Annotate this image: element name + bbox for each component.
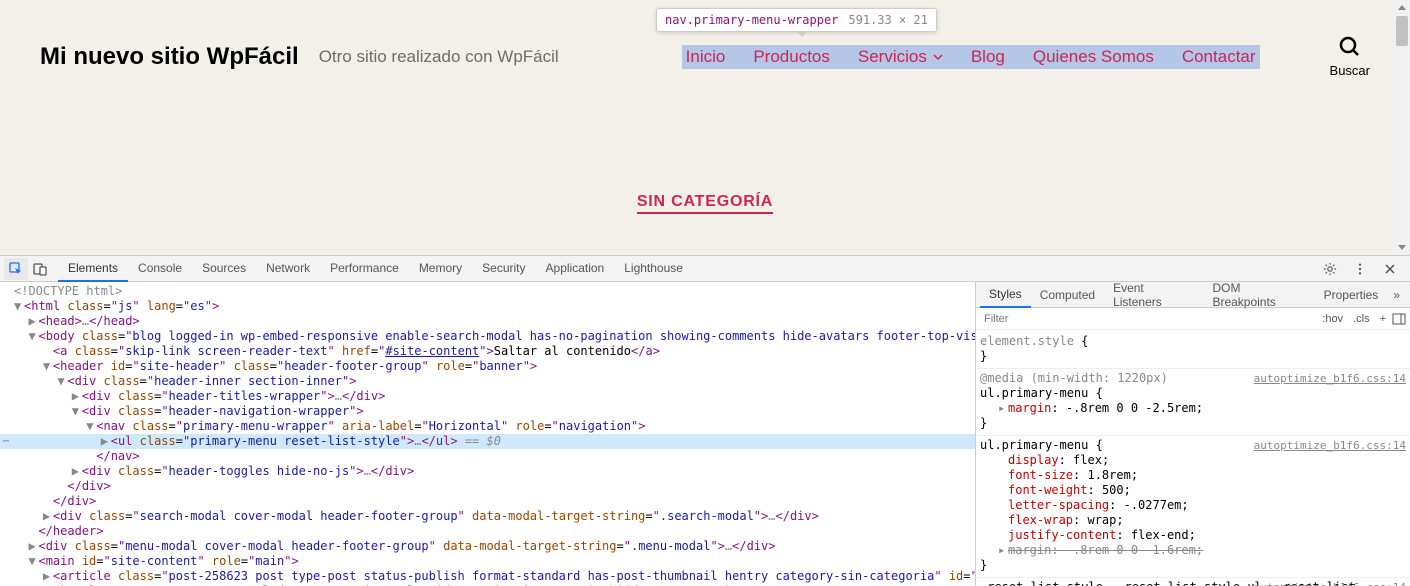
styles-pane[interactable]: element.style { } autoptimize_b1f6.css:1… [976,330,1410,586]
menu-item-productos[interactable]: Productos [753,47,830,67]
settings-button[interactable] [1318,258,1342,280]
dom-line[interactable]: ▼<html class="js" lang="es"> [0,299,975,314]
menu-link[interactable]: Inicio [686,47,726,67]
site-description: Otro sitio realizado con WpFácil [319,47,559,67]
preview-scrollbar[interactable] [1394,0,1410,255]
dom-line[interactable]: ▼<body class="blog logged-in wp-embed-re… [0,329,975,344]
dom-line[interactable]: ▼<div class="header-navigation-wrapper"> [0,404,975,419]
dom-line[interactable]: ▼<nav class="primary-menu-wrapper" aria-… [0,419,975,434]
element-style-label: element.style [980,334,1074,348]
devtools-tab-performance[interactable]: Performance [320,256,409,282]
menu-link[interactable]: Contactar [1182,47,1256,67]
css-property[interactable]: ▸margin: -.8rem 0 0 -2.5rem; [980,401,1390,416]
menu-link[interactable]: Servicios [858,47,927,67]
dom-line[interactable]: </nav> [0,449,975,464]
css-property[interactable]: flex-wrap: wrap; [980,513,1390,528]
menu-link[interactable]: Quienes Somos [1033,47,1154,67]
stylesheet-source-link[interactable]: autoptimize_b1f6.css:14 [1254,371,1406,386]
devtools-tab-memory[interactable]: Memory [409,256,472,282]
tooltip-dimensions: 591.33 × 21 [848,13,927,27]
devtools-tab-lighthouse[interactable]: Lighthouse [614,256,693,282]
sidebar-tab-computed[interactable]: Computed [1031,283,1104,307]
dom-line[interactable]: ▶<head>…</head> [0,314,975,329]
menu-item-servicios[interactable]: Servicios [858,47,943,67]
css-property[interactable]: font-size: 1.8rem; [980,468,1390,483]
menu-item-quienes-somos[interactable]: Quienes Somos [1033,47,1154,67]
search-icon [1338,35,1362,59]
toggle-sidebar-icon[interactable] [1392,313,1406,325]
chevron-down-icon [933,52,943,62]
dom-line[interactable]: <!DOCTYPE html> [0,284,975,299]
filter-btn-cls[interactable]: .cls [1349,311,1374,327]
devtools-tab-elements[interactable]: Elements [58,256,128,282]
dom-line[interactable]: ▶<div class="header-toggles hide-no-js">… [0,464,975,479]
devtools-panel: ElementsConsoleSourcesNetworkPerformance… [0,255,1410,586]
stylesheet-source-link[interactable]: autoptimize_b1f6.css:14 [1254,580,1406,586]
dom-line[interactable]: ▶<div class="menu-modal cover-modal head… [0,539,975,554]
dom-line[interactable]: ▶<ul class="primary-menu reset-list-styl… [0,434,975,449]
devtools-tab-security[interactable]: Security [472,256,535,282]
styles-sidebar: StylesComputedEvent ListenersDOM Breakpo… [975,282,1410,586]
dom-line[interactable]: </div> [0,479,975,494]
dom-line[interactable]: ▶<div class="header-titles-wrapper">…</d… [0,389,975,404]
menu-item-blog[interactable]: Blog [971,47,1005,67]
menu-link[interactable]: Blog [971,47,1005,67]
dom-line[interactable]: ▼<main id="site-content" role="main"> [0,554,975,569]
filter-btn-+[interactable]: + [1376,311,1390,327]
primary-menu-highlighted: Inicio Productos Servicios Blog Quienes Somo… [682,45,1260,69]
scroll-up-icon[interactable] [1398,5,1406,10]
devtools-tab-network[interactable]: Network [256,256,320,282]
scrollbar-thumb[interactable] [1396,16,1408,46]
menu-link[interactable]: Productos [753,47,830,67]
css-rule-block[interactable]: autoptimize_b1f6.css:14 @media (min-widt… [976,369,1410,436]
css-property[interactable]: font-weight: 500; [980,483,1390,498]
css-property[interactable]: letter-spacing: -.0277em; [980,498,1390,513]
line-actions-icon[interactable]: ⋯ [0,434,12,449]
menu-item-inicio[interactable]: Inicio [686,47,726,67]
css-rule-block[interactable]: autoptimize_b1f6.css:14 ul.primary-menu … [976,436,1410,578]
dom-line[interactable]: </header> [0,524,975,539]
filter-btn-hov[interactable]: :hov [1318,311,1347,327]
css-property[interactable]: justify-content: flex-end; [980,528,1390,543]
site-title[interactable]: Mi nuevo sitio WpFácil [40,43,299,71]
search-label: Buscar [1330,63,1370,78]
tooltip-selector: nav.primary-menu-wrapper [665,13,838,27]
search-toggle[interactable]: Buscar [1330,35,1370,78]
device-toolbar-button[interactable] [28,258,52,280]
dom-line[interactable]: ▶<article class="post-258623 post type-p… [0,569,975,584]
menu-item-contactar[interactable]: Contactar [1182,47,1256,67]
devtools-tab-console[interactable]: Console [128,256,192,282]
styles-filter-input[interactable] [976,313,1318,325]
sidebar-more-button[interactable]: » [1387,288,1406,302]
sidebar-tabs: StylesComputedEvent ListenersDOM Breakpo… [976,282,1410,308]
css-rule-block[interactable]: autoptimize_b1f6.css:14 .reset-list-styl… [976,578,1410,586]
post-category[interactable]: SIN CATEGORÍA [0,193,1410,211]
devtools-main-tabs: ElementsConsoleSourcesNetworkPerformance… [58,256,693,282]
scroll-down-icon[interactable] [1398,245,1406,250]
more-menu-button[interactable] [1348,258,1372,280]
element-style-block[interactable]: element.style { } [976,332,1410,369]
css-property[interactable]: ▸margin: -.8rem 0 0 -1.6rem; [980,543,1390,558]
website-preview: nav.primary-menu-wrapper 591.33 × 21 Mi … [0,0,1410,255]
close-devtools-button[interactable] [1378,258,1402,280]
stylesheet-source-link[interactable]: autoptimize_b1f6.css:14 [1254,438,1406,453]
inspector-tooltip: nav.primary-menu-wrapper 591.33 × 21 [656,8,937,32]
elements-tree[interactable]: <!DOCTYPE html>▼<html class="js" lang="e… [0,282,975,586]
devtools-tab-application[interactable]: Application [536,256,615,282]
styles-filter-row: :hov.cls+ [976,308,1410,330]
devtools-tab-sources[interactable]: Sources [192,256,256,282]
dom-line[interactable]: ▶<div class="search-modal cover-modal he… [0,509,975,524]
dom-line[interactable]: <a class="skip-link screen-reader-text" … [0,344,975,359]
dom-line[interactable]: ▼<header id="site-header" class="header-… [0,359,975,374]
dom-line[interactable]: ▼<div class="header-inner section-inner"… [0,374,975,389]
dom-line[interactable]: </div> [0,494,975,509]
css-property[interactable]: display: flex; [980,453,1390,468]
inspect-element-button[interactable] [4,258,28,280]
sidebar-tab-properties[interactable]: Properties [1315,283,1388,307]
sidebar-tab-styles[interactable]: Styles [980,282,1031,308]
devtools-toolbar: ElementsConsoleSourcesNetworkPerformance… [0,256,1410,282]
